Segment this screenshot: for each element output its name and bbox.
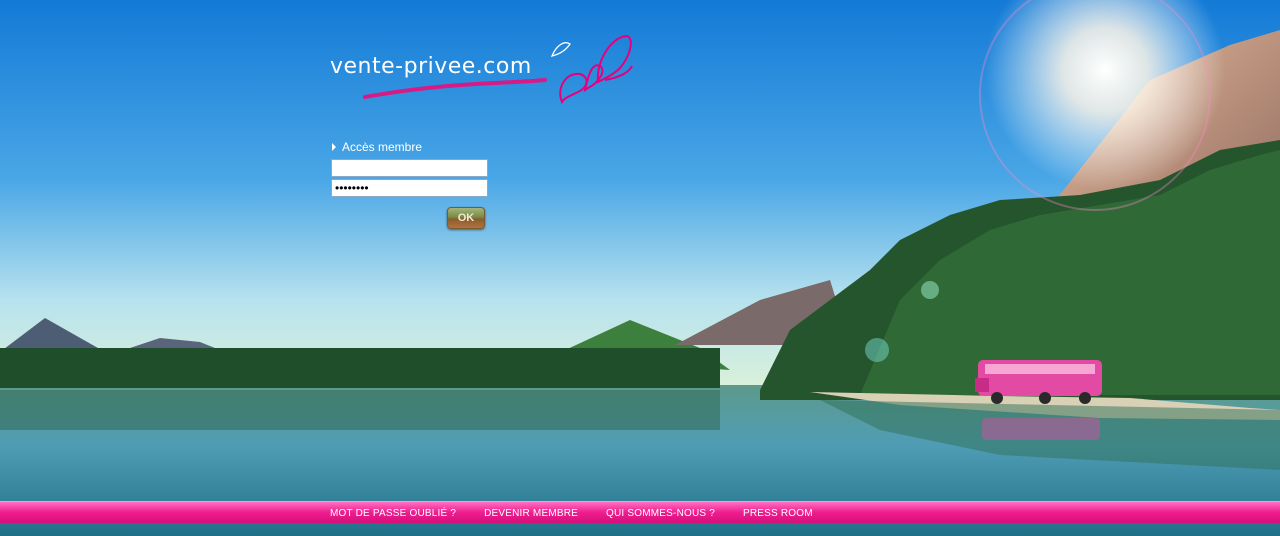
login-submit-button[interactable]: OK: [447, 207, 485, 229]
forgot-password-link[interactable]: MOT DE PASSE OUBLIÉ ?: [330, 508, 456, 519]
login-title: Accès membre: [342, 140, 423, 154]
login-title-row: Accès membre: [331, 139, 491, 155]
arrow-right-icon: [332, 143, 336, 151]
brand-logo[interactable]: vente-privee.com: [330, 32, 640, 104]
press-room-link[interactable]: PRESS ROOM: [743, 508, 813, 519]
member-login-form: Accès membre OK: [331, 139, 491, 229]
background-scene: [0, 0, 1280, 536]
become-member-link[interactable]: DEVENIR MEMBRE: [484, 508, 578, 519]
logo-wordmark: vente-privee.com: [330, 54, 532, 79]
footer-links: MOT DE PASSE OUBLIÉ ? DEVENIR MEMBRE QUI…: [330, 508, 813, 519]
username-input[interactable]: [331, 159, 488, 177]
footer-bar: MOT DE PASSE OUBLIÉ ? DEVENIR MEMBRE QUI…: [0, 501, 1280, 523]
password-input[interactable]: [331, 179, 488, 197]
about-us-link[interactable]: QUI SOMMES-NOUS ?: [606, 508, 715, 519]
